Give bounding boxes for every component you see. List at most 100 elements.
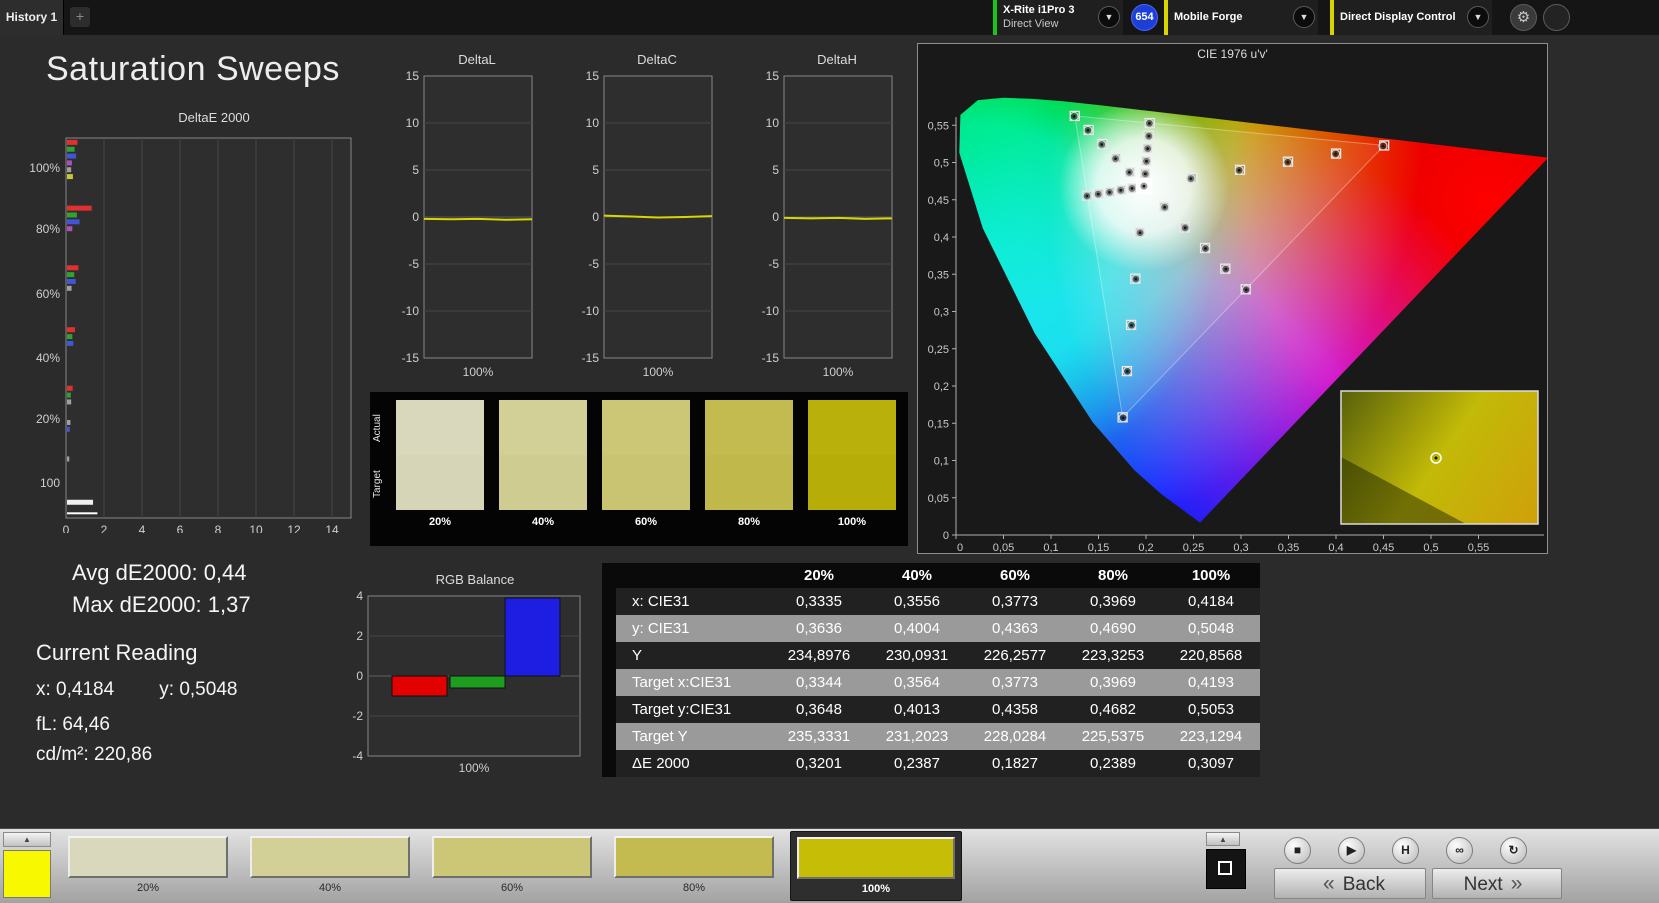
tick-label: 60%: [36, 287, 60, 301]
patch-button-20%[interactable]: 20%: [62, 831, 234, 901]
deltal-chart-title: DeltaL: [458, 52, 496, 67]
table-cell: 0,3556: [894, 593, 940, 610]
history-tab[interactable]: History 1: [0, 0, 64, 35]
meter-selector[interactable]: X-Rite i1Pro 3 Direct View ▼: [993, 0, 1123, 35]
table-cell: 0,2389: [1090, 755, 1136, 772]
tick-label: 0,3: [934, 307, 949, 319]
table-row-label: Target Y: [602, 723, 770, 750]
tick-label: 10: [406, 116, 420, 130]
back-chevron-icon: «: [1323, 872, 1335, 895]
swatch-strip: Actual Target 20% 40% 60% 80% 100%: [370, 392, 908, 546]
deltae-bar: [67, 265, 79, 271]
deltah-plot: 15 10 5 0 -5 -10 -15 100%: [762, 70, 893, 379]
table-row-label: Y: [602, 642, 770, 669]
tick-label: 15: [406, 70, 420, 83]
tick-label: 0,5: [1423, 542, 1438, 554]
patch-button-100%[interactable]: 100%: [790, 831, 962, 901]
strip-swatch-40%: 40%: [499, 400, 587, 534]
expand-left-button[interactable]: ▲: [3, 832, 51, 847]
pattern-source-selector[interactable]: Mobile Forge ▼: [1164, 0, 1318, 35]
tick-label: 0,2: [1138, 542, 1153, 554]
table-row-label: Target y:CIE31: [602, 696, 770, 723]
tick-label: 10: [249, 523, 263, 533]
table-row: Target Y 235,3331 231,2023 228,0284 225,5375…: [602, 723, 1260, 750]
tick-label: 0: [592, 210, 599, 224]
next-button[interactable]: Next »: [1432, 868, 1562, 899]
table-row-label: ΔE 2000: [602, 750, 770, 777]
delta-line: [783, 216, 893, 220]
tick-label: 12: [287, 523, 301, 533]
tick-label: 100%: [459, 761, 490, 775]
target-swatch: [499, 455, 587, 510]
deltae-bar: [67, 226, 73, 232]
strip-swatch-label: 40%: [531, 516, 555, 528]
strip-swatch-label: 80%: [737, 516, 761, 528]
actual-swatch: [808, 400, 896, 455]
deltal-chart: DeltaL 15 10 5 0 -5 -10 -15 100%: [388, 52, 538, 385]
tick-label: -15: [402, 351, 420, 365]
tick-label: 0,1: [1043, 542, 1058, 554]
current-xy: x: 0,4184 y: 0,5048: [36, 679, 237, 701]
tick-label: 20%: [36, 412, 60, 426]
table-cell: 0,4184: [1188, 593, 1234, 610]
tick-label: -5: [768, 257, 779, 271]
deltae-bar: [67, 278, 76, 284]
patch-label: 40%: [318, 882, 342, 894]
rgb-bar-red: [391, 675, 448, 697]
refresh-button[interactable]: ↻: [1500, 837, 1527, 864]
tick-label: 80%: [36, 222, 60, 236]
current-reading-label: Current Reading: [36, 640, 198, 665]
add-tab-button[interactable]: +: [70, 7, 90, 27]
results-table: 20% 40% 60% 80% 100% x: CIE31 0,3335 0,3556 0,37…: [602, 563, 1260, 777]
deltae2000-chart-title: DeltaE 2000: [178, 110, 250, 125]
patch-button-60%[interactable]: 60%: [426, 831, 598, 901]
stop-button[interactable]: ■: [1284, 837, 1311, 864]
single-measure-button[interactable]: H: [1392, 837, 1419, 864]
strip-swatch-80%: 80%: [705, 400, 793, 534]
tick-label: 100%: [463, 365, 494, 379]
actual-swatch: [705, 400, 793, 455]
tick-label: 4: [356, 590, 363, 603]
gear-icon[interactable]: ⚙: [1510, 4, 1537, 31]
chevron-down-icon[interactable]: ▼: [1098, 6, 1120, 28]
cie-plot: 00 0,05 0,05 0,1 0,1 0,15 0,15 0,2 0,2 0,25 0,25 0,…: [928, 97, 1547, 554]
extra-circle-button[interactable]: [1543, 4, 1570, 31]
display-control-selector[interactable]: Direct Display Control ▼: [1330, 0, 1492, 35]
table-cell: 0,5053: [1188, 701, 1234, 718]
table-cell: 223,3253: [1081, 647, 1145, 664]
chevron-down-icon[interactable]: ▼: [1467, 6, 1489, 28]
tick-label: 0,35: [928, 269, 949, 281]
patch-button-40%[interactable]: 40%: [244, 831, 416, 901]
deltac-plot: 15 10 5 0 -5 -10 -15 100%: [582, 70, 713, 379]
patch-label: 60%: [500, 882, 524, 894]
tick-label: 15: [586, 70, 600, 83]
tick-label: 0,45: [928, 195, 949, 207]
table-cell: 0,3201: [796, 755, 842, 772]
deltae-bar: [67, 392, 71, 398]
tick-label: 0,35: [1278, 542, 1299, 554]
table-cell: 0,4013: [894, 701, 940, 718]
chevron-down-icon[interactable]: ▼: [1293, 6, 1315, 28]
table-corner-cell: [602, 563, 770, 588]
back-label: Back: [1342, 874, 1385, 895]
tick-label: 0: [772, 210, 779, 224]
continuous-measure-button[interactable]: ∞: [1446, 837, 1473, 864]
patch-swatch: [432, 836, 592, 878]
table-header-row: 20% 40% 60% 80% 100%: [602, 563, 1260, 588]
back-button[interactable]: « Back: [1274, 868, 1426, 899]
deltae-bar: [67, 334, 73, 340]
tick-label: 0,3: [1233, 542, 1248, 554]
patch-button-80%[interactable]: 80%: [608, 831, 780, 901]
target-swatch: [396, 455, 484, 510]
tick-label: -4: [352, 749, 363, 763]
expand-right-button[interactable]: ▲: [1206, 832, 1240, 846]
table-column-header: 20%: [803, 567, 835, 584]
tick-label: 0: [957, 542, 963, 554]
play-button[interactable]: ▶: [1338, 837, 1365, 864]
tick-label: 15: [766, 70, 780, 83]
deltae-bar: [67, 327, 75, 333]
deltah-chart-title: DeltaH: [817, 52, 857, 67]
deltae-bar: [67, 499, 94, 505]
table-cell: 0,3335: [796, 593, 842, 610]
pattern-window-button[interactable]: [1206, 849, 1246, 889]
